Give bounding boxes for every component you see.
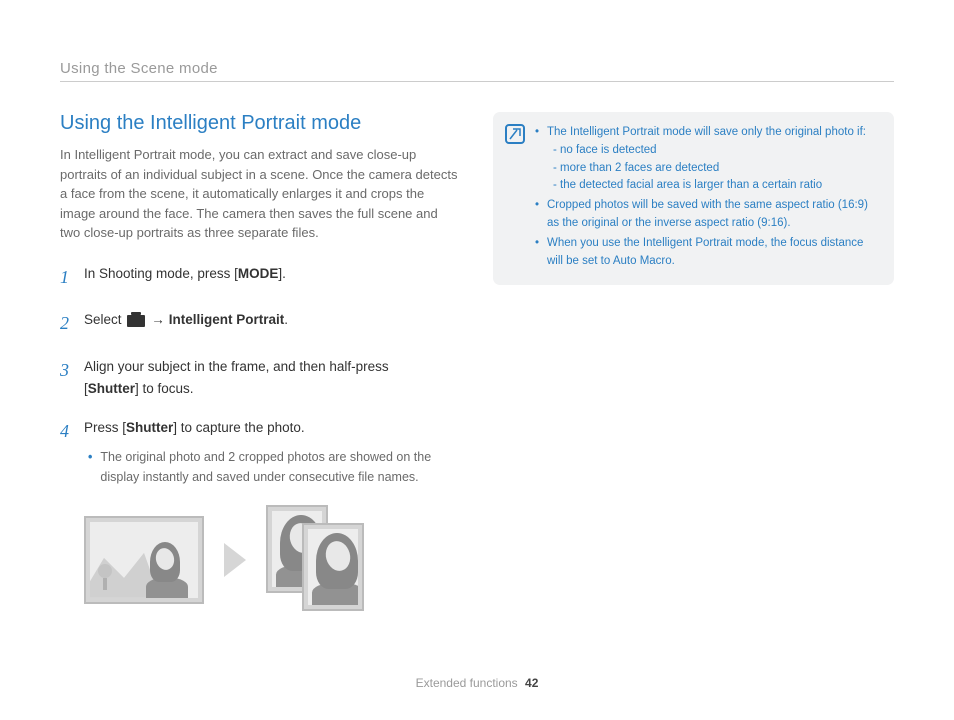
transform-arrow-icon xyxy=(224,543,246,577)
info-note-box: The Intelligent Portrait mode will save … xyxy=(493,112,894,285)
step-3: 3 Align your subject in the frame, and t… xyxy=(60,356,461,399)
arrow-icon: → xyxy=(147,312,169,327)
breadcrumb-section: Using the Scene mode xyxy=(60,60,894,77)
step-number: 4 xyxy=(60,417,74,487)
shutter-button-label: Shutter xyxy=(126,420,173,435)
illustration-row xyxy=(60,505,461,615)
step-text: Press [ xyxy=(84,420,126,435)
step-1: 1 In Shooting mode, press [MODE]. xyxy=(60,263,461,292)
step-text: ] to capture the photo. xyxy=(173,420,304,435)
page-footer: Extended functions 42 xyxy=(0,676,954,690)
note-icon xyxy=(505,124,525,144)
step-text: Align your subject in the frame, and the… xyxy=(84,359,389,374)
sub-bullet-text: The original photo and 2 cropped photos … xyxy=(100,447,461,487)
step-number: 3 xyxy=(60,356,74,399)
step-number: 1 xyxy=(60,263,74,292)
page-title: Using the Intelligent Portrait mode xyxy=(60,112,461,135)
left-column: Using the Intelligent Portrait mode In I… xyxy=(60,112,461,615)
cropped-photos-illustration xyxy=(266,505,366,615)
note-item: When you use the Intelligent Portrait mo… xyxy=(535,235,878,271)
note-item: The Intelligent Portrait mode will save … xyxy=(535,124,878,195)
intro-paragraph: In Intelligent Portrait mode, you can ex… xyxy=(60,145,461,243)
bullet-icon: • xyxy=(88,447,92,487)
right-column: The Intelligent Portrait mode will save … xyxy=(493,112,894,615)
step-number: 2 xyxy=(60,309,74,338)
step-text: ] to focus. xyxy=(135,381,194,396)
step-text: ]. xyxy=(278,266,286,281)
step-4: 4 Press [Shutter] to capture the photo. … xyxy=(60,417,461,487)
steps-list: 1 In Shooting mode, press [MODE]. 2 Sele… xyxy=(60,263,461,487)
step-text: . xyxy=(284,312,288,327)
page-number: 42 xyxy=(525,676,538,690)
step-text: Select xyxy=(84,312,125,327)
step-2: 2 Select →Intelligent Portrait. xyxy=(60,309,461,338)
note-sub-item: more than 2 faces are detected xyxy=(553,160,878,178)
note-item: Cropped photos will be saved with the sa… xyxy=(535,197,878,233)
mode-button-label: MODE xyxy=(238,266,279,281)
step-text: In Shooting mode, press [ xyxy=(84,266,238,281)
footer-section-label: Extended functions xyxy=(416,676,518,690)
original-photo-illustration xyxy=(84,516,204,604)
menu-option-label: Intelligent Portrait xyxy=(169,312,285,327)
note-sub-item: no face is detected xyxy=(553,142,878,160)
scene-mode-icon xyxy=(127,315,145,327)
step-sub-bullet: • The original photo and 2 cropped photo… xyxy=(84,447,461,487)
shutter-button-label: Shutter xyxy=(88,381,135,396)
note-sub-item: the detected facial area is larger than … xyxy=(553,177,878,195)
header-divider xyxy=(60,81,894,82)
